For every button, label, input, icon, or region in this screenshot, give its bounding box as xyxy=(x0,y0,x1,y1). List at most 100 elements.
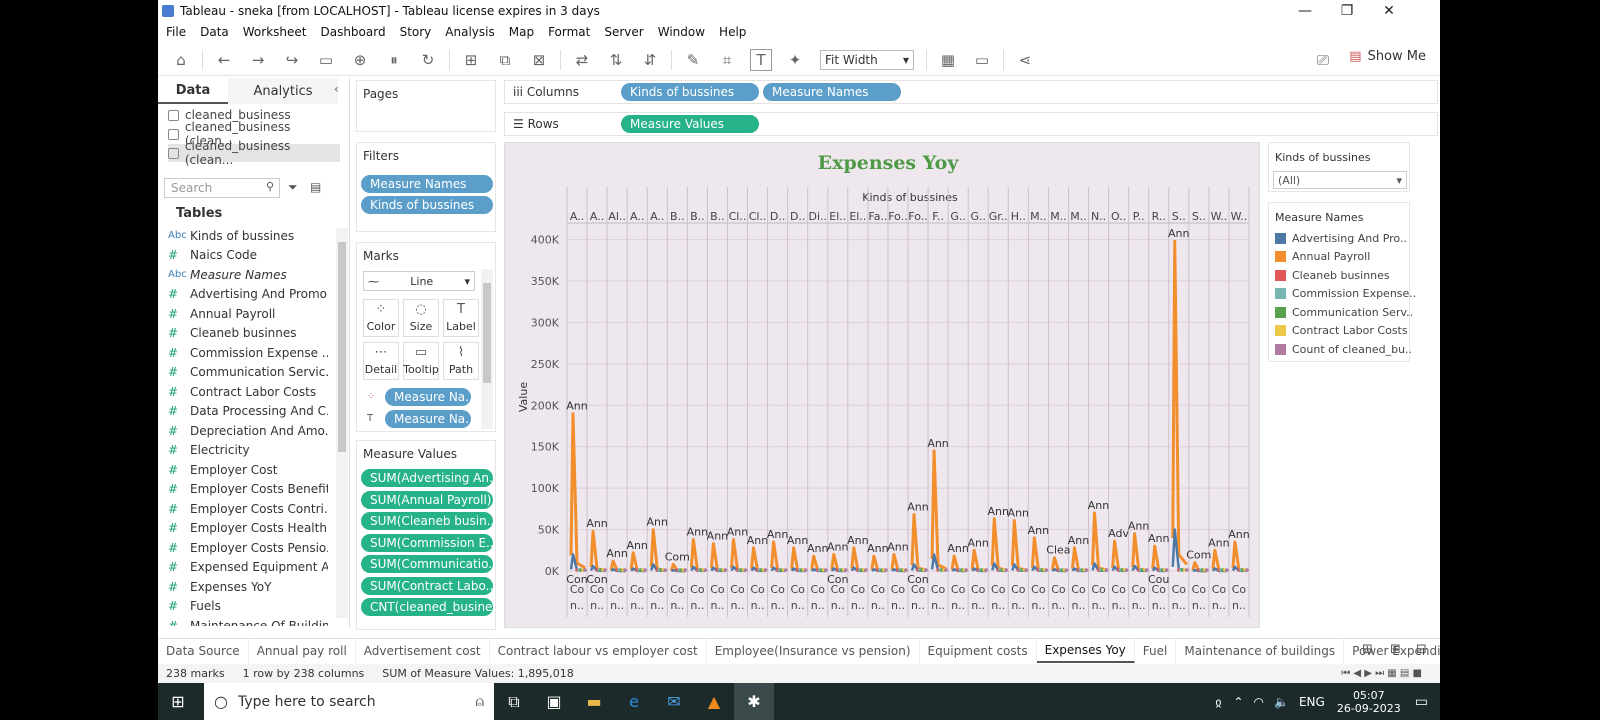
minimize-button[interactable]: — xyxy=(1284,0,1326,22)
field-item[interactable]: # Employer Cost xyxy=(168,460,328,479)
field-item[interactable]: # Expenses YoY xyxy=(168,577,328,596)
field-item[interactable]: # Advertising And Promo... xyxy=(168,285,328,304)
menu-file[interactable]: File xyxy=(166,25,186,39)
pause-update-icon[interactable]: ⏸ xyxy=(383,49,405,71)
measure-value-pill[interactable]: SUM(Advertising An.. xyxy=(361,469,493,487)
save-icon[interactable]: ▭ xyxy=(315,49,337,71)
sheet-tab[interactable]: Contract labour vs employer cost xyxy=(490,638,707,663)
legend-item[interactable]: Commission Expense.. xyxy=(1275,285,1416,303)
menu-window[interactable]: Window xyxy=(658,25,705,39)
fit-dropdown[interactable]: Fit Width ▾ xyxy=(820,49,914,70)
field-item[interactable]: # Cleaneb businnes xyxy=(168,324,328,343)
vlc-icon[interactable]: ▲ xyxy=(694,683,734,720)
field-item[interactable]: # Employer Costs Pensio... xyxy=(168,538,328,557)
swap-icon[interactable]: ⇄ xyxy=(571,49,593,71)
sheet-tab[interactable]: Equipment costs xyxy=(920,638,1037,663)
rows-pill-measure-values[interactable]: Measure Values xyxy=(621,115,759,133)
show-labels-icon[interactable]: T xyxy=(750,48,772,71)
menu-help[interactable]: Help xyxy=(719,25,746,39)
new-worksheet-icon[interactable]: ⊞ xyxy=(460,49,482,71)
color-button[interactable]: ⁘ Color xyxy=(363,299,399,337)
path-button[interactable]: ⌇ Path xyxy=(443,342,479,380)
home-icon[interactable]: ⌂ xyxy=(170,49,192,71)
view-options-icon[interactable]: ▤ xyxy=(310,180,321,194)
volume-icon[interactable]: 🔈 xyxy=(1274,695,1289,709)
menu-server[interactable]: Server xyxy=(604,25,643,39)
filters-shelf[interactable]: Filters Measure Names Kinds of bussines xyxy=(356,142,496,232)
menu-data[interactable]: Data xyxy=(200,25,229,39)
tableau-taskbar-icon[interactable]: ✱ xyxy=(734,683,774,720)
measure-value-pill[interactable]: SUM(Cleaneb busin.. xyxy=(361,512,493,530)
field-item[interactable]: # Employer Costs Benefits xyxy=(168,480,328,499)
chart-area[interactable]: Expenses Yoy Kinds of bussines 0K 50K 100K 15… xyxy=(504,142,1260,628)
filter-pill-kinds[interactable]: Kinds of bussines xyxy=(361,196,493,214)
scrollbar-thumb[interactable] xyxy=(338,242,346,452)
marks-scrollbar[interactable] xyxy=(481,269,493,429)
highlight-icon[interactable]: ✎ xyxy=(682,49,704,71)
sheet-tab[interactable]: Expenses Yoy xyxy=(1036,638,1135,663)
rows-shelf[interactable]: ☰ Rows Measure Values xyxy=(504,112,1438,136)
menu-map[interactable]: Map xyxy=(509,25,534,39)
sheet-navigation-icons[interactable]: ⏮ ◀ ▶ ⏭ ▦ ▤ ■ xyxy=(1341,668,1422,679)
field-item[interactable]: # Naics Code xyxy=(168,246,328,265)
field-list-scrollbar[interactable] xyxy=(336,228,348,618)
marks-pill-color[interactable]: Measure Na.. xyxy=(385,388,471,406)
sort-descending-icon[interactable]: ⇵ xyxy=(639,49,661,71)
sheet-tab[interactable]: Annual pay roll xyxy=(249,638,356,663)
presentation-mode-icon[interactable]: ▭ xyxy=(971,49,993,71)
mark-type-dropdown[interactable]: ⁓ Line ▾ xyxy=(363,271,475,291)
show-cards-icon[interactable]: ▦ xyxy=(937,49,959,71)
filter-icon[interactable]: ⏷ xyxy=(288,180,298,195)
measure-value-pill[interactable]: SUM(Commission E.. xyxy=(361,533,493,552)
legend-item[interactable]: Advertising And Pro.. xyxy=(1275,229,1407,247)
tab-data-source[interactable]: Data Source xyxy=(158,638,249,663)
datasource-item-selected[interactable]: cleaned_business (clean... xyxy=(168,139,340,167)
field-item[interactable]: # Annual Payroll xyxy=(168,304,328,323)
filter-pill-measure-names[interactable]: Measure Names xyxy=(361,175,493,193)
field-item[interactable]: # Commission Expense ... xyxy=(168,343,328,362)
tab-analytics[interactable]: Analytics xyxy=(228,78,338,104)
sheet-tab[interactable]: Employee(Insurance vs pension) xyxy=(707,638,920,663)
tooltip-button[interactable]: ▭ Tooltip xyxy=(403,342,439,380)
field-item[interactable]: # Fuels xyxy=(168,597,328,616)
menu-dashboard[interactable]: Dashboard xyxy=(320,25,385,39)
fix-axes-icon[interactable]: ✦ xyxy=(784,49,806,71)
label-button[interactable]: T Label xyxy=(443,299,479,337)
windows-start-icon[interactable]: ⊞ xyxy=(158,683,198,720)
sheet-tab[interactable]: Advertisement cost xyxy=(356,638,490,663)
legend-item[interactable]: Communication Serv.. xyxy=(1275,303,1413,321)
kinds-filter-dropdown[interactable]: (All) ▾ xyxy=(1273,171,1407,189)
wifi-icon[interactable]: ◠ xyxy=(1254,695,1264,709)
new-worksheet-tab-icon[interactable]: ⊞ xyxy=(1362,642,1373,657)
legend-item[interactable]: Contract Labor Costs xyxy=(1275,322,1408,340)
measure-value-pill[interactable]: SUM(Annual Payroll) xyxy=(361,490,493,509)
field-item[interactable]: # Communication Servic... xyxy=(168,363,328,382)
sheet-tab[interactable]: Fuel xyxy=(1135,638,1177,663)
field-item[interactable]: # Depreciation And Amo... xyxy=(168,421,328,440)
measure-values-shelf[interactable]: Measure Values SUM(Advertising An.. SUM(A… xyxy=(356,440,496,630)
collapse-pane-icon[interactable]: ‹ xyxy=(334,82,339,96)
detail-button[interactable]: ⋯ Detail xyxy=(363,342,399,380)
mail-icon[interactable]: ✉ xyxy=(654,683,694,720)
menu-worksheet[interactable]: Worksheet xyxy=(243,25,307,39)
undo-icon[interactable]: ← xyxy=(213,49,235,71)
field-item[interactable]: # Electricity xyxy=(168,441,328,460)
field-item[interactable]: # Data Processing And C... xyxy=(168,402,328,421)
measure-value-pill[interactable]: CNT(cleaned_busine.. xyxy=(361,598,493,616)
sort-ascending-icon[interactable]: ⇅ xyxy=(605,49,627,71)
notifications-icon[interactable]: ▭ xyxy=(1415,694,1428,710)
refresh-icon[interactable]: ↻ xyxy=(417,49,439,71)
menu-story[interactable]: Story xyxy=(400,25,432,39)
taskbar-search[interactable]: ○ Type here to search ⍝ xyxy=(204,683,494,720)
tab-data[interactable]: Data xyxy=(158,78,228,104)
legend-item[interactable]: Annual Payroll xyxy=(1275,248,1370,266)
pages-shelf[interactable]: Pages xyxy=(356,80,496,132)
clear-sheet-icon[interactable]: ⊠ xyxy=(528,49,550,71)
new-datasource-icon[interactable]: ⊕ xyxy=(349,49,371,71)
clock[interactable]: 05:07 26-09-2023 xyxy=(1337,689,1401,715)
field-item[interactable]: # Employer Costs Health... xyxy=(168,519,328,538)
people-icon[interactable]: ჲ xyxy=(1215,695,1221,709)
replay-icon[interactable]: ↪ xyxy=(281,49,303,71)
language-indicator[interactable]: ENG xyxy=(1299,695,1325,709)
file-explorer-icon[interactable]: ▬ xyxy=(574,683,614,720)
